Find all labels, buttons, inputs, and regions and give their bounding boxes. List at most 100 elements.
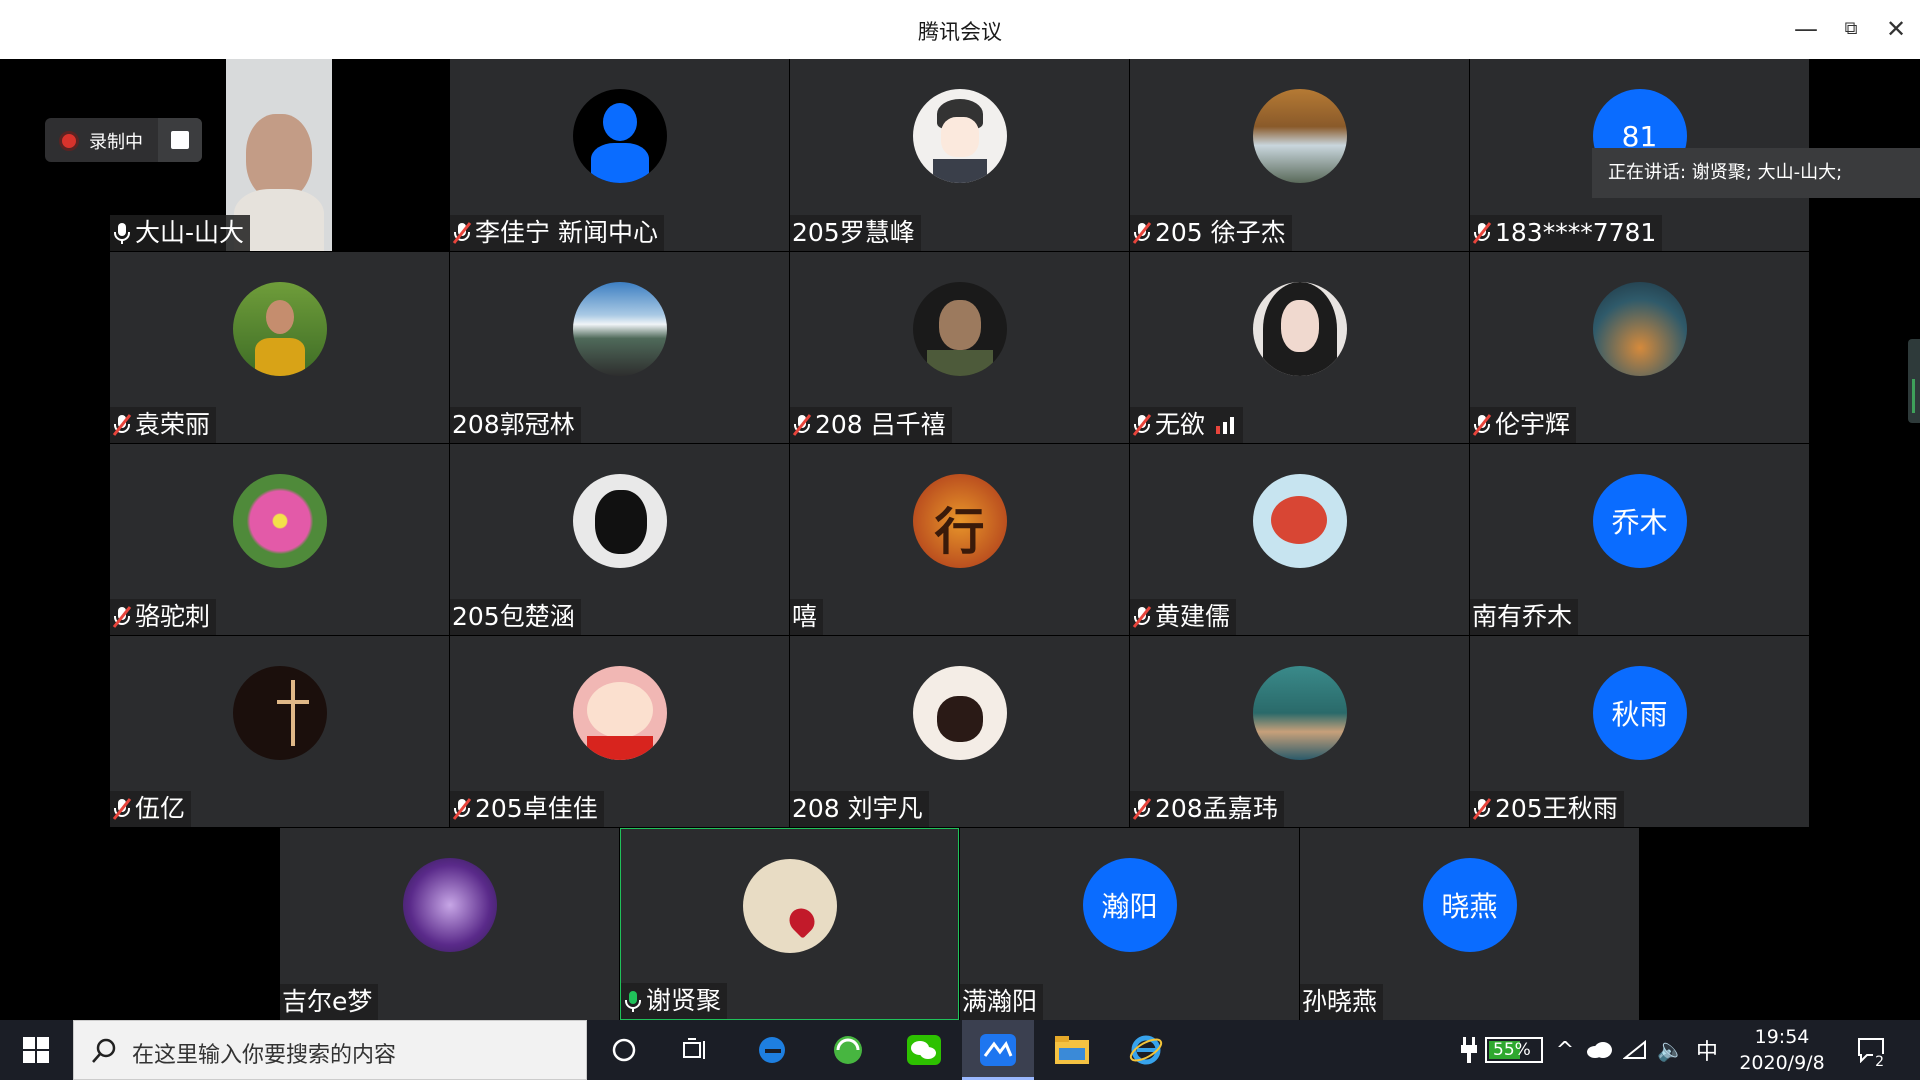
battery-percent: 55% <box>1493 1040 1531 1060</box>
participant-name: 吉尔e梦 <box>280 984 379 1020</box>
participant-name: 骆驼刺 <box>110 599 217 635</box>
cartoon-man-avatar <box>912 89 1007 183</box>
mic-muted-icon <box>452 798 472 820</box>
participant-name: 谢贤聚 <box>621 983 728 1019</box>
mic-muted-icon <box>792 414 812 436</box>
stop-recording-button[interactable] <box>158 118 202 162</box>
mic-muted-icon <box>1472 414 1492 436</box>
restore-icon[interactable]: ⧉ <box>1835 13 1867 45</box>
text-avatar: 乔木 <box>1592 474 1687 568</box>
participant-name: 黄建儒 <box>1130 599 1237 635</box>
participant-name: 无欲 <box>1130 407 1244 443</box>
participant-tile[interactable]: 李佳宁 新闻中心 <box>450 59 789 251</box>
text-avatar: 秋雨 <box>1592 666 1687 760</box>
participant-name: 205罗慧峰 <box>790 215 921 251</box>
participant-tile[interactable]: 205罗慧峰 <box>790 59 1129 251</box>
taskbar: 在这里输入你要搜索的内容 55% ^ 🔈 中 19:54 2020/9/8 2 <box>0 1020 1920 1080</box>
mic-on-icon <box>114 223 130 244</box>
participant-tile[interactable]: 208 刘宇凡 <box>790 636 1129 827</box>
participant-tile[interactable]: 208孟嘉玮 <box>1130 636 1469 827</box>
participant-tile[interactable]: 205 徐子杰 <box>1130 59 1469 251</box>
battery-indicator[interactable]: 55% <box>1482 1020 1546 1080</box>
participant-name: 208 吕千禧 <box>790 407 952 443</box>
title-bar: 腾讯会议 — ⧉ ✕ <box>0 0 1920 59</box>
wifi-icon[interactable] <box>1620 1020 1650 1080</box>
participant-name: 满瀚阳 <box>960 984 1044 1020</box>
mountain-road-avatar <box>572 282 667 376</box>
participant-name: 李佳宁 新闻中心 <box>450 215 664 251</box>
window-title: 腾讯会议 <box>918 20 1002 44</box>
participant-name: 南有乔木 <box>1470 599 1579 635</box>
participant-tile[interactable]: 吉尔e梦 <box>280 828 619 1020</box>
participant-tile[interactable]: 伦宇辉 <box>1470 252 1809 443</box>
participant-tile[interactable]: 乔木 南有乔木 <box>1470 444 1809 635</box>
clock-time: 19:54 <box>1754 1026 1810 1048</box>
participant-tile[interactable]: 行 嘻 <box>790 444 1129 635</box>
anime-girl-avatar <box>402 858 497 952</box>
notification-center-button[interactable]: 2 <box>1852 1020 1892 1080</box>
recording-indicator: 录制中 <box>45 118 202 162</box>
file-explorer-icon[interactable] <box>1050 1028 1094 1072</box>
participant-tile[interactable]: 205卓佳佳 <box>450 636 789 827</box>
participant-tile[interactable]: 秋雨 205王秋雨 <box>1470 636 1809 827</box>
girl-portrait-avatar <box>1252 282 1347 376</box>
participant-name: 205王秋雨 <box>1470 791 1624 827</box>
power-plug-icon[interactable] <box>1458 1020 1480 1080</box>
participant-tile[interactable]: 骆驼刺 <box>110 444 449 635</box>
participant-name: 孙晓燕 <box>1300 984 1384 1020</box>
woman-photo-avatar <box>232 282 327 376</box>
360-browser-icon[interactable] <box>826 1028 870 1072</box>
volume-icon[interactable]: 🔈 <box>1656 1020 1686 1080</box>
edge-browser-icon[interactable] <box>750 1028 794 1072</box>
group-photo-avatar <box>1252 666 1347 760</box>
participant-tile[interactable]: 袁荣丽 <box>110 252 449 443</box>
participant-tile[interactable]: 208 吕千禧 <box>790 252 1129 443</box>
clock[interactable]: 19:54 2020/9/8 <box>1722 1024 1842 1076</box>
text-avatar: 瀚阳 <box>1082 858 1177 952</box>
minimize-icon[interactable]: — <box>1790 13 1822 45</box>
participant-tile[interactable]: 伍亿 <box>110 636 449 827</box>
participant-name: 袁荣丽 <box>110 407 217 443</box>
onedrive-icon[interactable] <box>1584 1020 1614 1080</box>
mic-speaking-icon <box>625 991 641 1012</box>
participant-tile[interactable]: 晓燕 孙晓燕 <box>1300 828 1639 1020</box>
cartoon-cat-avatar <box>912 666 1007 760</box>
internet-explorer-icon[interactable] <box>1124 1028 1168 1072</box>
mic-muted-icon <box>1132 606 1152 628</box>
participant-tile[interactable]: 黄建儒 <box>1130 444 1469 635</box>
participant-tile-active-speaker[interactable]: 谢贤聚 <box>620 828 959 1020</box>
text-avatar: 晓燕 <box>1422 858 1517 952</box>
waterfall-avatar <box>1252 89 1347 183</box>
taskbar-search-box[interactable]: 在这里输入你要搜索的内容 <box>73 1020 587 1080</box>
wechat-icon[interactable] <box>902 1028 946 1072</box>
ime-indicator[interactable]: 中 <box>1692 1020 1722 1080</box>
tencent-meeting-taskbar-button[interactable] <box>962 1020 1034 1080</box>
windows-logo-icon <box>23 1037 49 1063</box>
task-view-icon[interactable] <box>674 1028 718 1072</box>
close-icon[interactable]: ✕ <box>1880 13 1912 45</box>
pink-flower-avatar <box>232 474 327 568</box>
soldier-avatar <box>912 282 1007 376</box>
recording-label: 录制中 <box>89 132 143 153</box>
mic-muted-icon <box>112 606 132 628</box>
participant-tile[interactable]: 无欲 <box>1130 252 1469 443</box>
windows-start-button[interactable] <box>14 1028 58 1072</box>
participant-name: 183****7781 <box>1470 215 1663 251</box>
black-cat-avatar <box>572 474 667 568</box>
dark-cross-avatar <box>232 666 327 760</box>
search-icon <box>92 1038 116 1063</box>
stop-icon <box>171 131 189 149</box>
record-dot-icon <box>59 131 79 151</box>
happy-card-avatar <box>742 859 837 953</box>
cortana-icon[interactable] <box>602 1028 646 1072</box>
participant-name: 205卓佳佳 <box>450 791 604 827</box>
mic-muted-icon <box>112 414 132 436</box>
participant-tile[interactable]: 208郭冠林 <box>450 252 789 443</box>
side-panel-handle[interactable] <box>1908 339 1920 423</box>
participant-tile[interactable]: 205包楚涵 <box>450 444 789 635</box>
mic-muted-icon <box>1132 798 1152 820</box>
participant-tile[interactable]: 瀚阳 满瀚阳 <box>960 828 1299 1020</box>
meeting-stage: 大山-山大 李佳宁 新闻中心 205罗慧峰 205 徐子杰 81 183****… <box>0 59 1920 1020</box>
show-hidden-icons-chevron-icon[interactable]: ^ <box>1552 1020 1578 1080</box>
crayon-shin-avatar <box>572 666 667 760</box>
